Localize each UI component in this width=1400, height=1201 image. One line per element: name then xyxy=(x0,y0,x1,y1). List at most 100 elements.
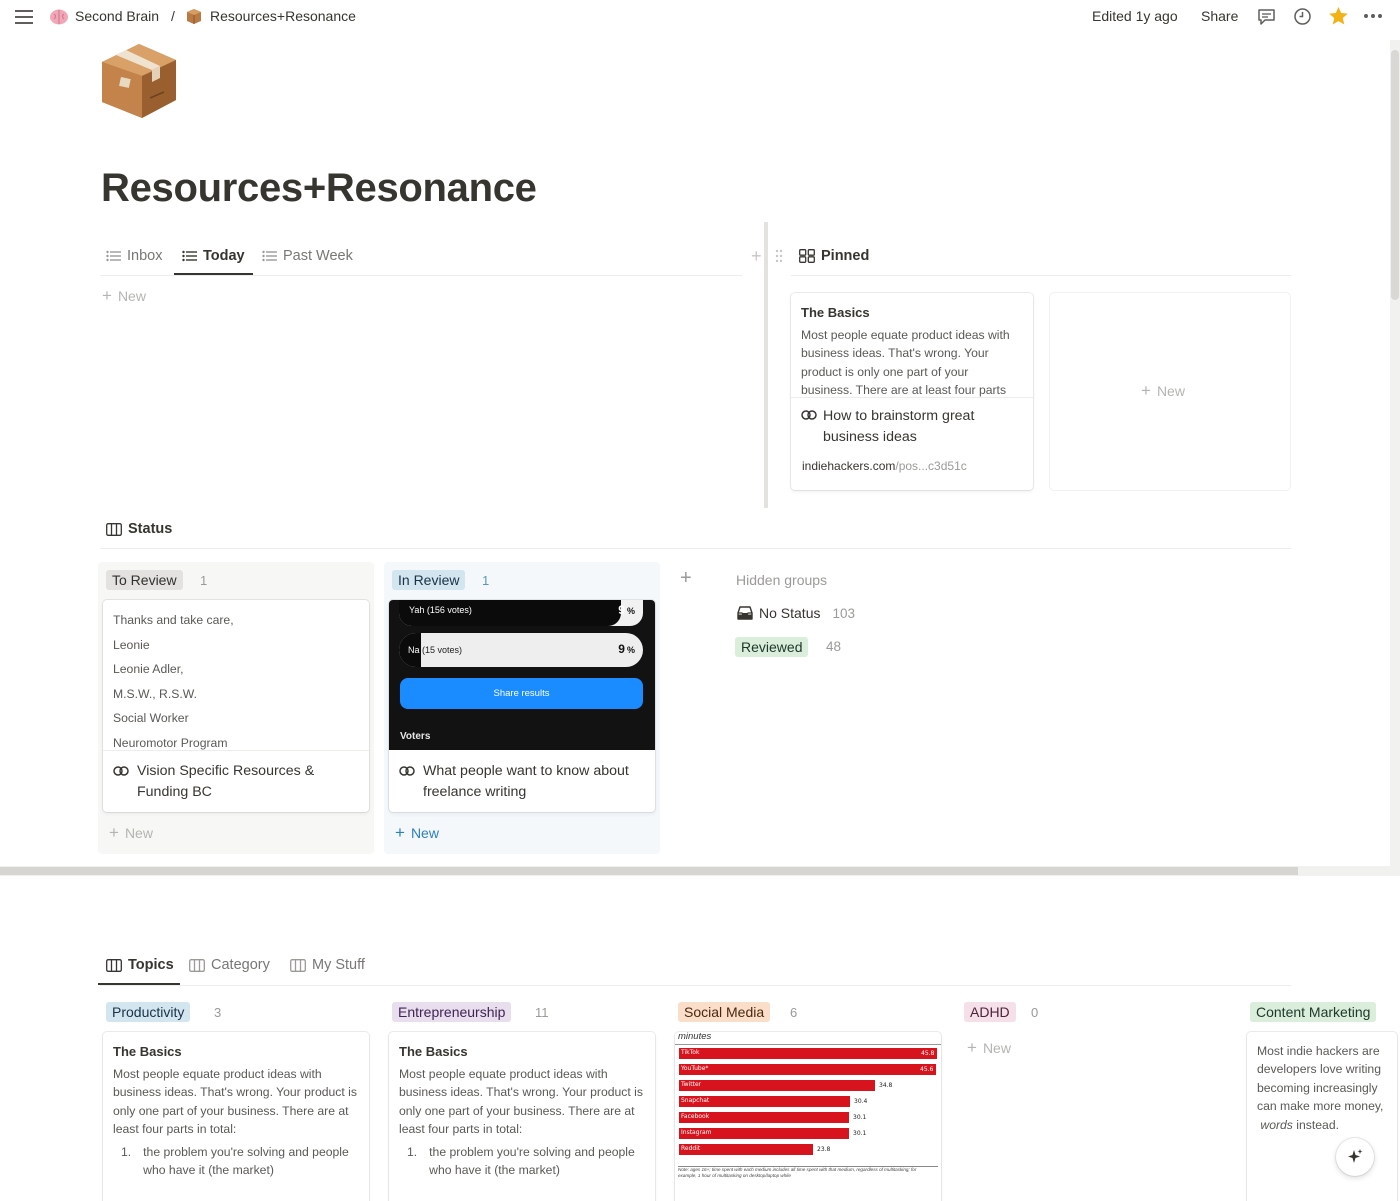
chart-bar: Instagram xyxy=(679,1128,849,1139)
horizontal-scrollbar-thumb[interactable] xyxy=(0,867,1298,875)
card-link-title-row: What people want to know about freelance… xyxy=(399,761,639,803)
group-to-review-pill[interactable]: To Review xyxy=(106,570,183,590)
plus-icon: + xyxy=(102,286,112,305)
group-productivity-pill[interactable]: Productivity xyxy=(106,1002,191,1022)
tab-category[interactable]: Category xyxy=(189,957,270,973)
group-adhd-pill[interactable]: ADHD xyxy=(964,1002,1016,1022)
page-title[interactable]: Resources+Resonance xyxy=(101,166,537,211)
chart-bar-label: YouTube* xyxy=(681,1065,709,1072)
preview-rest: instead. xyxy=(1292,1117,1339,1132)
vertical-scrollbar[interactable] xyxy=(1390,40,1400,870)
chart-note: Note: ages 16+; time spent with each med… xyxy=(678,1167,917,1178)
to-review-new-button[interactable]: + New xyxy=(109,824,153,841)
favorite-star-icon[interactable] xyxy=(1328,6,1349,26)
tab-my-stuff[interactable]: My Stuff xyxy=(290,957,365,973)
divider xyxy=(100,275,742,276)
list-icon xyxy=(182,250,197,262)
pinned-card[interactable]: The Basics Most people equate product id… xyxy=(791,293,1033,490)
tab-topics[interactable]: Topics xyxy=(106,957,174,973)
group-social-media-pill[interactable]: Social Media xyxy=(678,1002,771,1022)
breadcrumb-resources-resonance[interactable]: Resources+Resonance xyxy=(210,8,356,24)
more-options-icon[interactable] xyxy=(1363,13,1383,19)
card-preview-body: Most people equate product ideas with bu… xyxy=(801,328,1010,398)
card-preview-list-item: 1. the problem you're solving and people… xyxy=(399,1143,643,1180)
group-in-review-pill[interactable]: In Review xyxy=(392,570,466,590)
list-icon xyxy=(106,250,121,262)
add-group-plus-icon[interactable]: + xyxy=(680,568,692,588)
tab-past-week[interactable]: Past Week xyxy=(262,248,353,264)
chart-bar-value: 45.8 xyxy=(921,1050,935,1057)
chart-bar: Snapchat xyxy=(679,1096,850,1107)
status-board-view[interactable]: Status xyxy=(106,521,172,537)
card-link-title: Vision Specific Resources & Funding BC xyxy=(137,763,315,800)
poll-option-1-pct-value: 9 xyxy=(618,603,625,617)
new-label: New xyxy=(982,1040,1011,1056)
divider xyxy=(100,548,1291,549)
breadcrumb-second-brain[interactable]: Second Brain xyxy=(75,8,159,24)
adhd-new-button[interactable]: + New xyxy=(967,1039,1011,1056)
to-review-card[interactable]: Thanks and take care, Leonie Leonie Adle… xyxy=(103,600,369,812)
group-entrepreneurship-pill[interactable]: Entrepreneurship xyxy=(392,1002,512,1022)
add-column-plus-icon[interactable]: + xyxy=(751,247,762,265)
group-adhd-count: 0 xyxy=(1031,1005,1039,1020)
new-label: New xyxy=(117,288,146,304)
comment-icon[interactable] xyxy=(1257,7,1276,26)
scrollbar-thumb[interactable] xyxy=(1391,50,1399,300)
preview-line: developers love writing xyxy=(1257,1062,1381,1077)
board-icon xyxy=(189,958,205,972)
tab-inbox[interactable]: Inbox xyxy=(106,248,162,264)
card-link-title-row: Vision Specific Resources & Funding BC xyxy=(113,761,353,803)
page-icon-package[interactable] xyxy=(98,38,180,122)
chart-bar: Reddit xyxy=(679,1144,813,1155)
edited-timestamp: Edited 1y ago xyxy=(1092,8,1178,24)
horizontal-scrollbar[interactable] xyxy=(0,866,1400,876)
menu-icon[interactable] xyxy=(15,9,33,25)
chart-bar-value: 30.1 xyxy=(853,1114,867,1121)
drag-handle-icon[interactable] xyxy=(775,249,783,263)
poll-option-1-percent: 9% xyxy=(618,603,635,617)
hidden-group-no-status[interactable]: No Status 103 xyxy=(737,605,855,621)
preview-line: words instead. xyxy=(1257,1116,1397,1134)
status-label: Status xyxy=(128,521,173,537)
new-item-button[interactable]: + New xyxy=(102,286,146,305)
tab-today[interactable]: Today xyxy=(182,248,245,264)
social-media-card[interactable]: minutes TikTok 45.8 YouTube* 45.6 Twitter 34.… xyxy=(675,1032,941,1201)
hidden-group-reviewed-pill[interactable]: Reviewed xyxy=(735,637,809,657)
group-content-marketing-pill[interactable]: Content Marketing xyxy=(1250,1002,1377,1022)
chart-bar: YouTube* xyxy=(679,1064,936,1075)
pinned-gallery-view[interactable]: Pinned xyxy=(799,248,869,264)
column-divider[interactable] xyxy=(764,222,768,508)
productivity-card[interactable]: The Basics Most people equate product id… xyxy=(103,1032,369,1201)
preview-line: M.S.W., R.S.W. xyxy=(113,686,197,701)
in-review-new-button[interactable]: + New xyxy=(395,824,439,841)
preview-line: Social Worker xyxy=(113,711,189,726)
brain-icon xyxy=(49,8,69,26)
preview-line: Leonie xyxy=(113,637,150,652)
card-url-domain: indiehackers.com xyxy=(802,459,896,473)
new-label: New xyxy=(124,825,153,841)
preview-line: Neuromotor Program xyxy=(113,735,228,750)
poll-voters-label: Voters xyxy=(400,731,431,742)
card-preview-title: The Basics xyxy=(113,1044,182,1059)
entrepreneurship-card[interactable]: The Basics Most people equate product id… xyxy=(389,1032,655,1201)
pinned-new-button[interactable]: + New xyxy=(1141,382,1185,399)
pinned-new-card[interactable]: + New xyxy=(1050,293,1290,490)
ai-assistant-button[interactable] xyxy=(1336,1138,1374,1176)
chart-bar-value: 30.4 xyxy=(854,1098,868,1105)
clock-icon[interactable] xyxy=(1293,7,1312,26)
divider xyxy=(791,275,1291,276)
chart-bar-value: 34.8 xyxy=(879,1082,893,1089)
preview-line: Thanks and take care, xyxy=(113,613,234,627)
share-button[interactable]: Share xyxy=(1201,8,1238,24)
chart-bar: TikTok xyxy=(679,1048,937,1059)
chart-bar: Facebook xyxy=(679,1112,849,1123)
preview-italic: words xyxy=(1260,1117,1293,1132)
poll-option-1: Yah (156 votes) 9% xyxy=(399,600,643,626)
content-marketing-card[interactable]: Most indie hackers are developers love w… xyxy=(1247,1032,1397,1201)
in-review-card[interactable]: Yah (156 votes) 9% Na (15 votes) 9% Shar… xyxy=(389,600,655,812)
list-text: the problem you're solving and people wh… xyxy=(143,1144,349,1178)
package-icon xyxy=(185,7,203,25)
new-label: New xyxy=(1156,383,1185,399)
tab-my-stuff-label: My Stuff xyxy=(312,957,365,973)
card-divider xyxy=(791,397,1033,398)
